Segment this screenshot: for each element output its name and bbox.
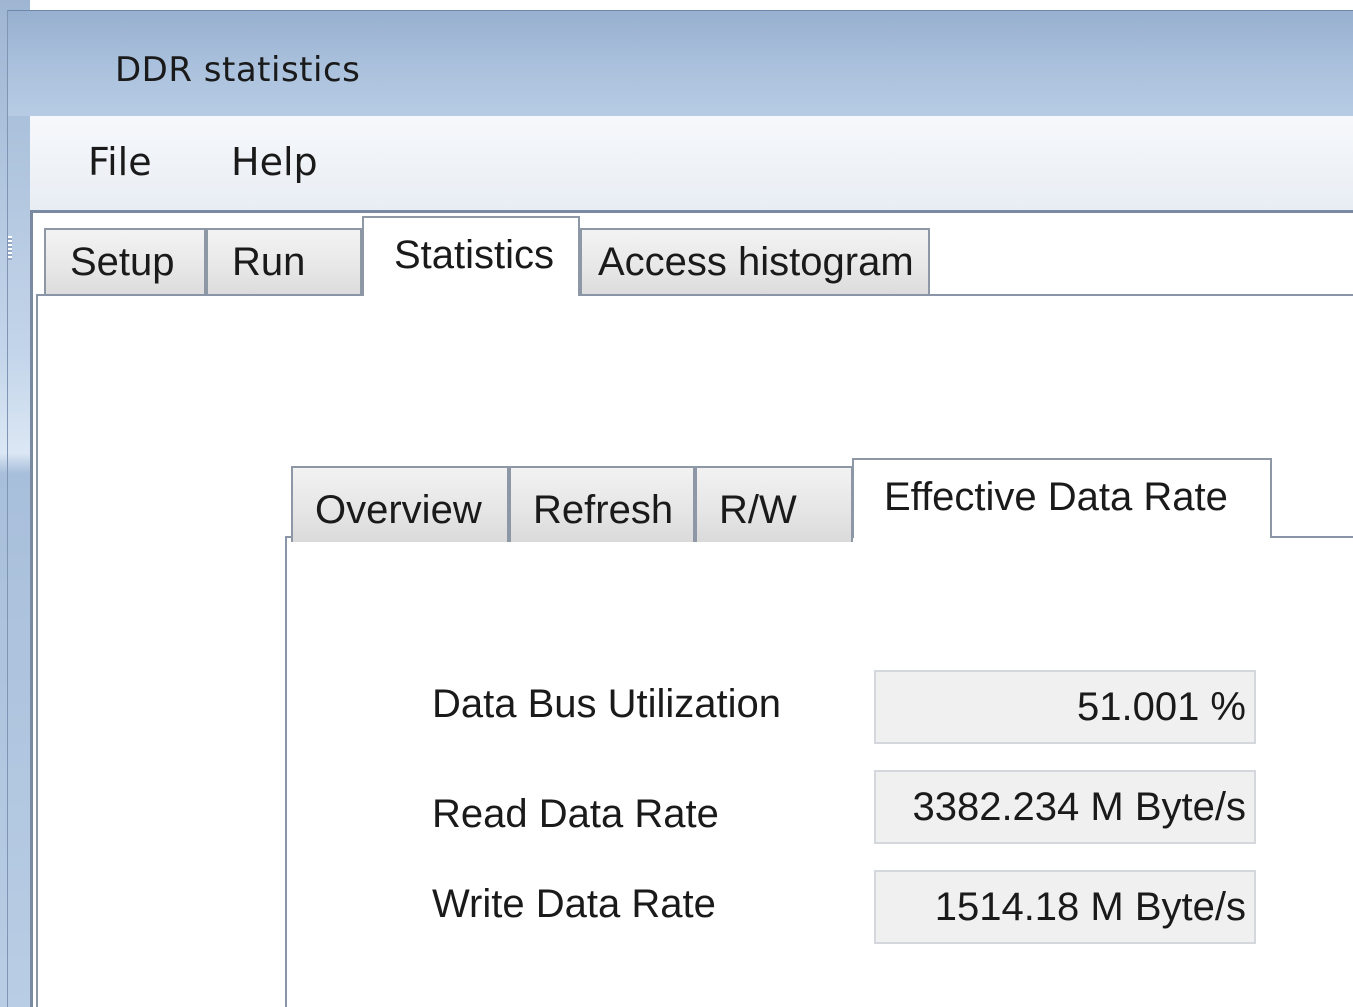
tab-access-histogram[interactable]: Access histogram [580, 228, 930, 294]
data-bus-utilization-label: Data Bus Utilization [432, 682, 782, 726]
tab-setup[interactable]: Setup [44, 228, 206, 294]
tab-overview[interactable]: Overview [291, 466, 509, 542]
tab-effective-data-rate[interactable]: Effective Data Rate [852, 458, 1272, 538]
tab-control-frame-left [30, 210, 33, 1007]
tab-statistics[interactable]: Statistics [362, 216, 580, 296]
resize-grip-icon[interactable] [8, 236, 12, 260]
tab-control-frame-top [30, 210, 1353, 213]
menu-bar [30, 116, 1353, 212]
menu-help[interactable]: Help [231, 140, 318, 184]
read-data-rate-label: Read Data Rate [432, 792, 719, 836]
title-bar-edge [8, 10, 1353, 11]
window-frame-left [0, 0, 30, 1007]
menu-file[interactable]: File [88, 140, 152, 184]
data-bus-utilization-value: 51.001 % [874, 670, 1256, 744]
tab-rw[interactable]: R/W [695, 466, 853, 542]
tab-strip-baseline [36, 294, 1353, 296]
tab-run[interactable]: Run [206, 228, 362, 294]
read-data-rate-value: 3382.234 M Byte/s [874, 770, 1256, 844]
window-title: DDR statistics [115, 50, 361, 90]
window-frame-edge [7, 10, 8, 1007]
write-data-rate-value: 1514.18 M Byte/s [874, 870, 1256, 944]
application-window: DDR statistics File Help Setup Run Stati… [0, 0, 1353, 1007]
write-data-rate-label: Write Data Rate [432, 882, 716, 926]
tab-refresh[interactable]: Refresh [509, 466, 695, 542]
